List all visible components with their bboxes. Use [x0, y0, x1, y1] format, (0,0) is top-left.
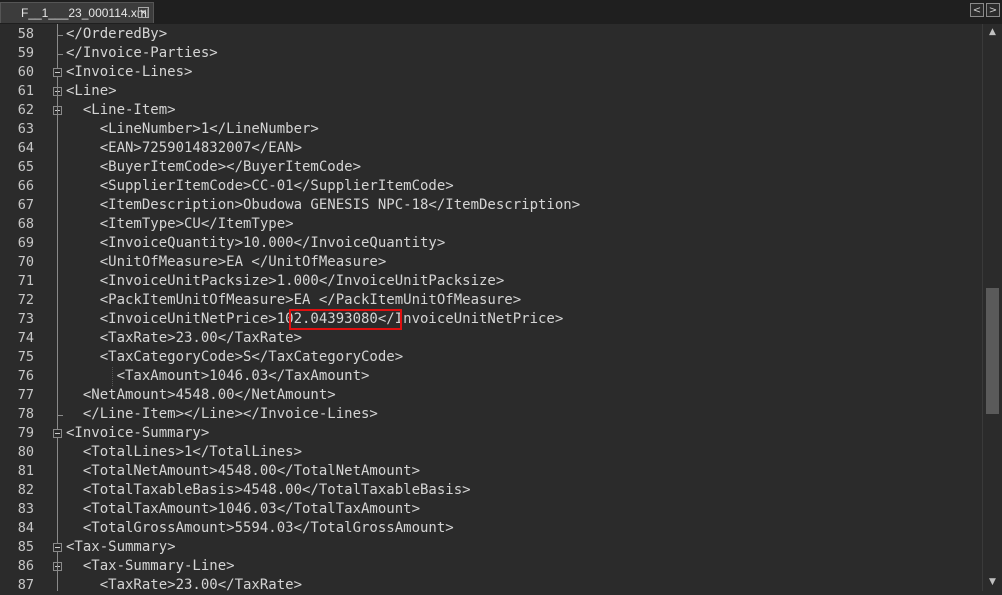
code-line[interactable]: <BuyerItemCode></BuyerItemCode>	[66, 158, 361, 177]
line-number: 83	[17, 501, 34, 517]
code-line[interactable]: <NetAmount>4548.00</NetAmount>	[66, 386, 336, 405]
line-number: 69	[17, 235, 34, 251]
code-line[interactable]: <InvoiceQuantity>10.000</InvoiceQuantity…	[66, 234, 446, 253]
file-tab-label: F__1___23_000114.xml	[21, 6, 150, 20]
line-number: 66	[17, 178, 34, 194]
code-line[interactable]: <Tax-Summary>	[66, 538, 176, 557]
code-line[interactable]: <TotalNetAmount>4548.00</TotalNetAmount>	[66, 462, 420, 481]
line-number: 63	[17, 121, 34, 137]
line-number: 78	[17, 406, 34, 422]
code-line[interactable]: <TotalLines>1</TotalLines>	[66, 443, 302, 462]
line-number: 58	[17, 26, 34, 42]
line-number: 85	[17, 539, 34, 555]
fold-guide-line	[57, 438, 58, 543]
code-line[interactable]: <ItemDescription>Obudowa GENESIS NPC-18<…	[66, 196, 580, 215]
line-number: 61	[17, 83, 34, 99]
code-editor[interactable]: </OrderedBy> </Invoice-Parties> <Invoice-L…	[66, 24, 982, 593]
scroll-down-icon[interactable]: ▼	[983, 574, 1002, 591]
line-number: 84	[17, 520, 34, 536]
code-line[interactable]: <Invoice-Summary>	[66, 424, 209, 443]
vertical-scrollbar[interactable]: ▲ ▼	[982, 24, 1002, 591]
scroll-up-icon[interactable]: ▲	[983, 24, 1002, 41]
code-line[interactable]: <Tax-Summary-Line>	[66, 557, 235, 576]
highlighted-value-box	[289, 309, 402, 330]
indent-guide	[112, 367, 114, 386]
fold-end-mark	[57, 54, 63, 55]
code-line[interactable]: <TaxCategoryCode>S</TaxCategoryCode>	[66, 348, 403, 367]
close-icon[interactable]: ×	[138, 7, 149, 18]
scroll-thumb[interactable]	[986, 288, 999, 414]
file-tab[interactable]: F__1___23_000114.xml ×	[0, 2, 154, 23]
fold-guide-line	[57, 24, 58, 68]
line-number: 68	[17, 216, 34, 232]
code-line[interactable]: <Line-Item>	[66, 101, 176, 120]
code-line[interactable]: <UnitOfMeasure>EA </UnitOfMeasure>	[66, 253, 387, 272]
line-number: 81	[17, 463, 34, 479]
line-number: 80	[17, 444, 34, 460]
fold-guide-line	[57, 77, 58, 429]
line-number: 71	[17, 273, 34, 289]
tab-bar: F__1___23_000114.xml × < >	[0, 0, 1002, 25]
fold-end-mark	[57, 415, 63, 416]
line-number: 77	[17, 387, 34, 403]
code-line[interactable]: <TaxRate>23.00</TaxRate>	[66, 329, 302, 348]
code-line[interactable]: <Line>	[66, 82, 117, 101]
line-number: 73	[17, 311, 34, 327]
code-line[interactable]: <Invoice-Lines>	[66, 63, 192, 82]
code-line[interactable]: <LineNumber>1</LineNumber>	[66, 120, 319, 139]
code-line[interactable]: </Invoice-Parties>	[66, 44, 218, 63]
fold-toggle-icon[interactable]	[53, 543, 62, 552]
line-number: 76	[17, 368, 34, 384]
code-line[interactable]: </OrderedBy>	[66, 25, 167, 44]
code-line[interactable]: </Line-Item></Line></Invoice-Lines>	[66, 405, 378, 424]
code-line[interactable]: <PackItemUnitOfMeasure>EA </PackItemUnit…	[66, 291, 521, 310]
fold-guide-line	[57, 552, 58, 591]
code-line[interactable]: <ItemType>CU</ItemType>	[66, 215, 294, 234]
line-number: 65	[17, 159, 34, 175]
code-line[interactable]: <TotalTaxableBasis>4548.00</TotalTaxable…	[66, 481, 471, 500]
line-number: 74	[17, 330, 34, 346]
line-number: 87	[17, 577, 34, 593]
line-number: 60	[17, 64, 34, 80]
line-number: 59	[17, 45, 34, 61]
fold-toggle-icon[interactable]	[53, 429, 62, 438]
line-number: 86	[17, 558, 34, 574]
code-line[interactable]: <TaxRate>23.00</TaxRate>	[66, 576, 302, 595]
line-number: 70	[17, 254, 34, 270]
tab-scroll-left-button[interactable]: <	[970, 3, 984, 17]
fold-toggle-icon[interactable]	[53, 68, 62, 77]
line-number: 75	[17, 349, 34, 365]
line-number: 62	[17, 102, 34, 118]
code-line[interactable]: <SupplierItemCode>CC-01</SupplierItemCod…	[66, 177, 454, 196]
code-line[interactable]: <InvoiceUnitPacksize>1.000</InvoiceUnitP…	[66, 272, 505, 291]
tab-scroll-right-button[interactable]: >	[986, 3, 1000, 17]
line-number-gutter: 58 59 60 61 62 63 64 65 66 67 68 69 70 71 72 73 74 75 76 77…	[0, 24, 48, 593]
line-number: 67	[17, 197, 34, 213]
line-number: 64	[17, 140, 34, 156]
code-line[interactable]: <TotalGrossAmount>5594.03</TotalGrossAmo…	[66, 519, 454, 538]
code-line[interactable]: <TotalTaxAmount>1046.03</TotalTaxAmount>	[66, 500, 420, 519]
line-number: 79	[17, 425, 34, 441]
line-number: 72	[17, 292, 34, 308]
fold-end-mark	[57, 35, 63, 36]
line-number: 82	[17, 482, 34, 498]
code-line[interactable]: <EAN>7259014832007</EAN>	[66, 139, 302, 158]
